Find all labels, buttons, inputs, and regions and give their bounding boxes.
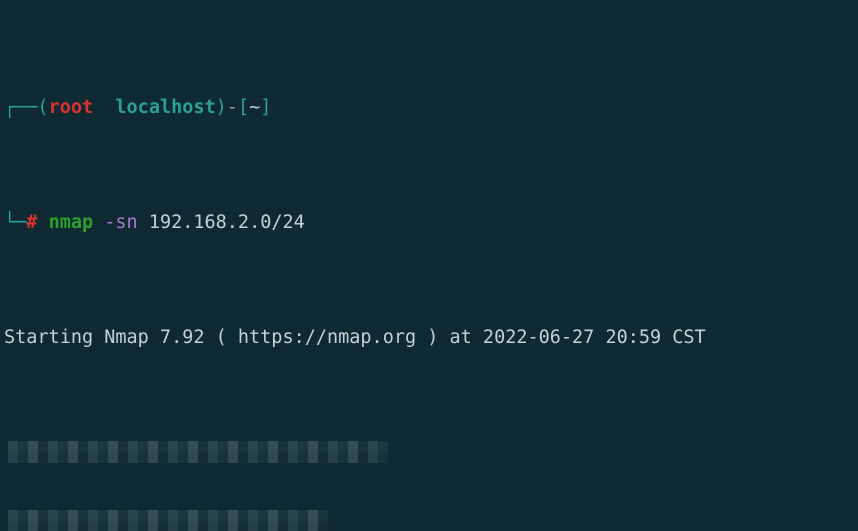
command-name: nmap: [49, 212, 94, 233]
prompt-dash: -: [227, 97, 238, 118]
command-line[interactable]: └─# nmap -sn 192.168.2.0/24: [4, 211, 854, 234]
command-arg: 192.168.2.0/24: [149, 212, 305, 233]
redacted-line: [4, 441, 854, 464]
prompt-user: root: [49, 97, 94, 118]
prompt-hash: #: [26, 212, 37, 233]
terminal-output: ┌──(root localhost)-[~] └─# nmap -sn 192…: [0, 0, 858, 531]
path-open: [: [238, 97, 249, 118]
prompt-at: [93, 97, 115, 118]
command-flag: -sn: [104, 212, 137, 233]
output-start: Starting Nmap 7.92 ( https://nmap.org ) …: [4, 326, 854, 349]
redacted-line: [4, 510, 854, 531]
prompt-path: ~: [249, 97, 260, 118]
prompt-host: localhost: [115, 97, 215, 118]
paren-open: (: [37, 97, 48, 118]
prompt-cont: └─: [4, 212, 26, 233]
path-close: ]: [260, 97, 271, 118]
paren-close: ): [216, 97, 227, 118]
prompt-line-1: ┌──(root localhost)-[~]: [4, 96, 854, 119]
prompt-lead: ┌──: [4, 97, 37, 118]
